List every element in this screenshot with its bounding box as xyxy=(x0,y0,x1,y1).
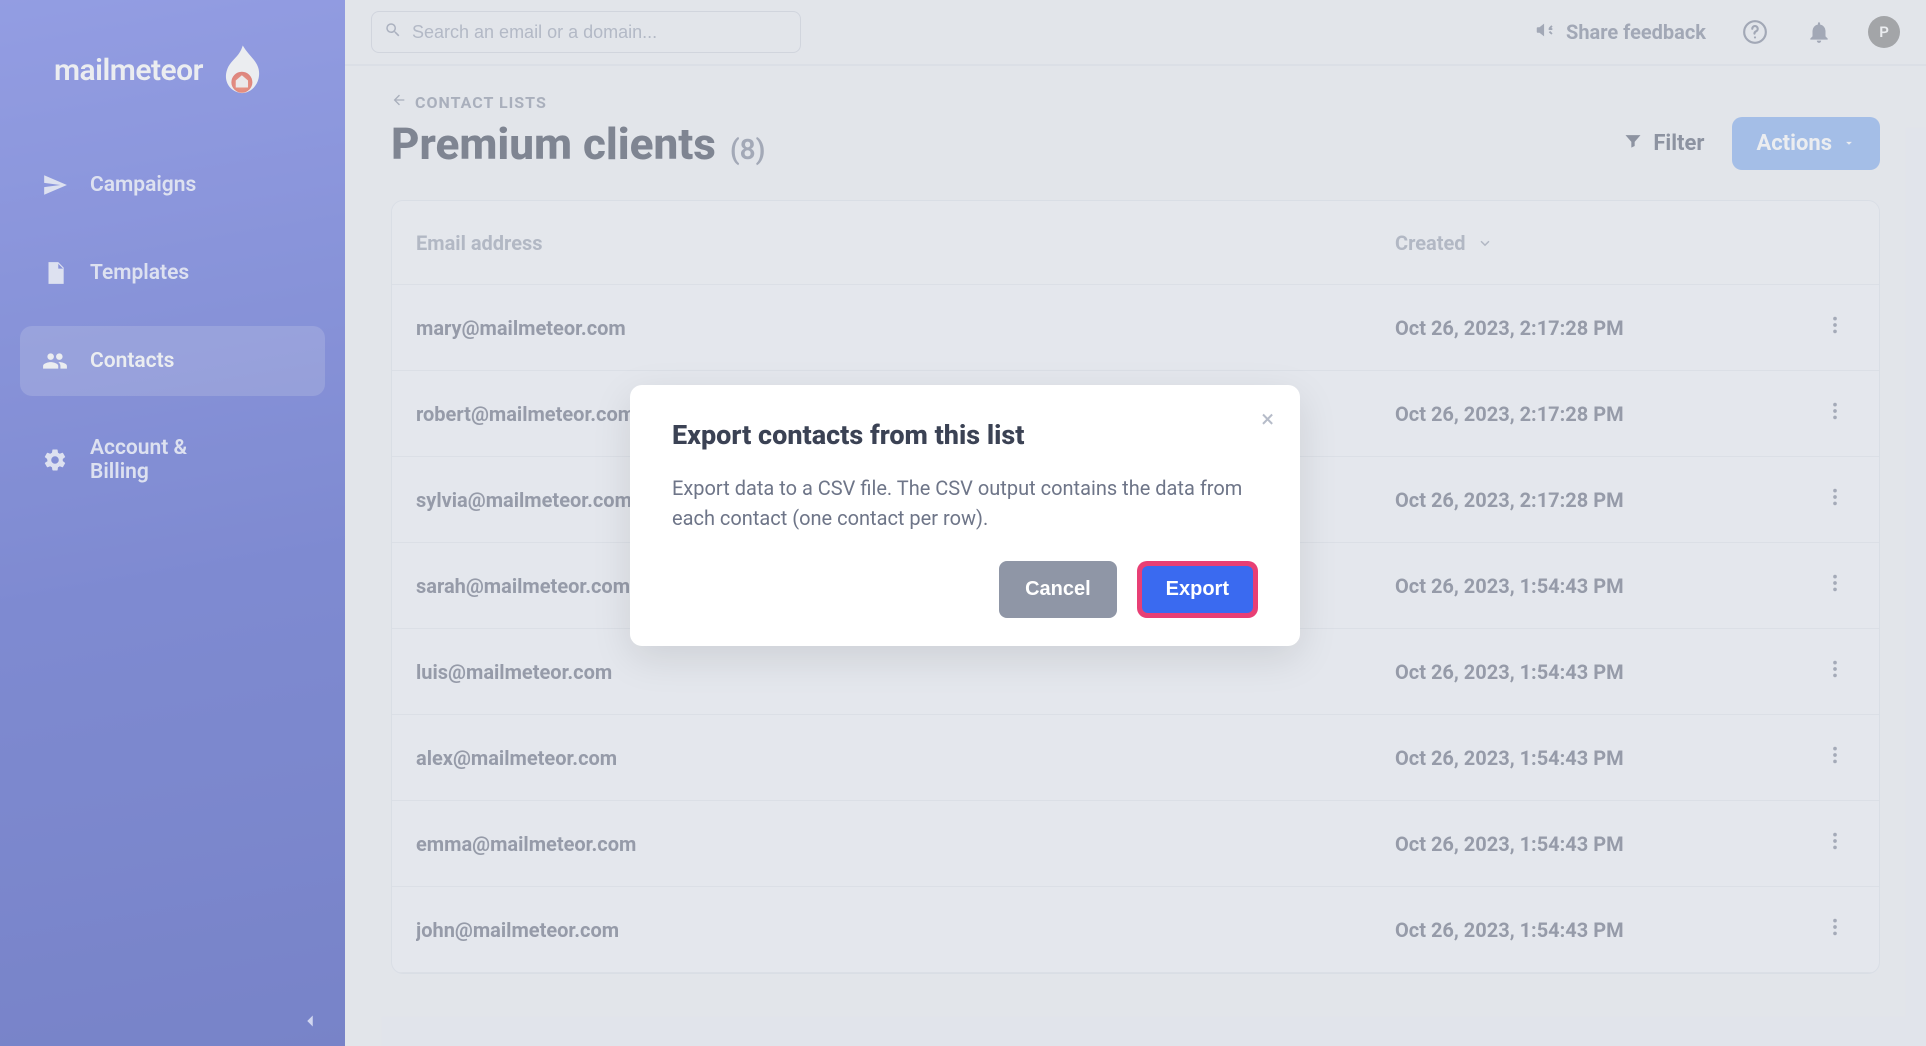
brand-logo[interactable]: mailmeteor xyxy=(0,28,345,150)
share-feedback-label: Share feedback xyxy=(1566,20,1706,44)
gear-icon xyxy=(42,447,68,473)
sidebar-item-templates[interactable]: Templates xyxy=(20,238,325,308)
contact-email: mary@mailmeteor.com xyxy=(416,316,1395,340)
modal-footer: Cancel Export xyxy=(672,561,1258,618)
contact-created: Oct 26, 2023, 1:54:43 PM xyxy=(1395,746,1815,770)
cancel-button[interactable]: Cancel xyxy=(999,561,1117,618)
export-button-highlight: Export xyxy=(1137,561,1258,618)
more-vertical-icon xyxy=(1824,658,1846,680)
contact-created: Oct 26, 2023, 1:54:43 PM xyxy=(1395,918,1815,942)
bell-icon[interactable] xyxy=(1804,17,1834,47)
sidebar-item-label: Campaigns xyxy=(90,173,196,197)
row-more-button[interactable] xyxy=(1824,658,1846,685)
breadcrumb-back[interactable]: CONTACT LISTS xyxy=(391,92,765,112)
page-title-count: (8) xyxy=(730,133,766,166)
table-row[interactable]: alex@mailmeteor.com Oct 26, 2023, 1:54:4… xyxy=(392,715,1879,801)
people-icon xyxy=(42,348,68,374)
more-vertical-icon xyxy=(1824,314,1846,336)
share-feedback-button[interactable]: Share feedback xyxy=(1534,19,1706,46)
sidebar: mailmeteor C xyxy=(0,0,345,1046)
contact-email: john@mailmeteor.com xyxy=(416,918,1395,942)
sidebar-nav: Campaigns Templates Contacts Account & B… xyxy=(0,150,345,524)
sidebar-item-label: Contacts xyxy=(90,349,174,373)
export-button[interactable]: Export xyxy=(1142,566,1253,613)
contact-email: luis@mailmeteor.com xyxy=(416,660,1395,684)
more-vertical-icon xyxy=(1824,486,1846,508)
filter-label: Filter xyxy=(1653,131,1704,156)
filter-icon xyxy=(1623,131,1643,157)
export-modal: × Export contacts from this list Export … xyxy=(630,385,1300,646)
contact-email: emma@mailmeteor.com xyxy=(416,832,1395,856)
page-header: CONTACT LISTS Premium clients (8) Filter… xyxy=(345,66,1926,188)
sidebar-item-label: Templates xyxy=(90,261,189,285)
help-icon[interactable] xyxy=(1740,17,1770,47)
page-title-text: Premium clients xyxy=(391,118,716,170)
close-icon: × xyxy=(1261,405,1274,433)
table-header-created[interactable]: Created xyxy=(1395,231,1815,255)
filter-button[interactable]: Filter xyxy=(1623,131,1704,157)
search-box[interactable] xyxy=(371,11,801,53)
contact-created: Oct 26, 2023, 1:54:43 PM xyxy=(1395,574,1815,598)
more-vertical-icon xyxy=(1824,572,1846,594)
table-row[interactable]: john@mailmeteor.com Oct 26, 2023, 1:54:4… xyxy=(392,887,1879,973)
table-header: Email address Created xyxy=(392,201,1879,285)
avatar[interactable]: P xyxy=(1868,16,1900,48)
search-icon xyxy=(384,21,402,43)
more-vertical-icon xyxy=(1824,744,1846,766)
sidebar-item-campaigns[interactable]: Campaigns xyxy=(20,150,325,220)
document-icon xyxy=(42,260,68,286)
topbar: Share feedback P xyxy=(345,0,1926,66)
breadcrumb-label: CONTACT LISTS xyxy=(415,93,547,112)
table-header-created-label: Created xyxy=(1395,231,1466,255)
contact-created: Oct 26, 2023, 2:17:28 PM xyxy=(1395,488,1815,512)
row-more-button[interactable] xyxy=(1824,314,1846,341)
table-header-email[interactable]: Email address xyxy=(416,231,1395,255)
row-more-button[interactable] xyxy=(1824,744,1846,771)
brand-name: mailmeteor xyxy=(54,53,203,88)
row-more-button[interactable] xyxy=(1824,916,1846,943)
caret-down-icon xyxy=(1842,131,1856,156)
modal-body: Export data to a CSV file. The CSV outpu… xyxy=(672,473,1258,533)
sidebar-collapse-button[interactable] xyxy=(299,1010,321,1036)
row-more-button[interactable] xyxy=(1824,572,1846,599)
row-more-button[interactable] xyxy=(1824,400,1846,427)
contact-created: Oct 26, 2023, 2:17:28 PM xyxy=(1395,316,1815,340)
row-more-button[interactable] xyxy=(1824,486,1846,513)
actions-button[interactable]: Actions xyxy=(1732,117,1880,170)
avatar-initial: P xyxy=(1879,23,1889,41)
page-title: Premium clients (8) xyxy=(391,118,765,170)
table-row[interactable]: emma@mailmeteor.com Oct 26, 2023, 1:54:4… xyxy=(392,801,1879,887)
more-vertical-icon xyxy=(1824,916,1846,938)
more-vertical-icon xyxy=(1824,400,1846,422)
arrow-down-icon xyxy=(1476,231,1494,255)
row-more-button[interactable] xyxy=(1824,830,1846,857)
contact-created: Oct 26, 2023, 2:17:28 PM xyxy=(1395,402,1815,426)
contact-email: alex@mailmeteor.com xyxy=(416,746,1395,770)
table-row[interactable]: mary@mailmeteor.com Oct 26, 2023, 2:17:2… xyxy=(392,285,1879,371)
search-input[interactable] xyxy=(412,22,788,43)
modal-close-button[interactable]: × xyxy=(1261,405,1274,433)
send-icon xyxy=(42,172,68,198)
modal-title: Export contacts from this list xyxy=(672,419,1258,451)
contact-created: Oct 26, 2023, 1:54:43 PM xyxy=(1395,660,1815,684)
contact-created: Oct 26, 2023, 1:54:43 PM xyxy=(1395,832,1815,856)
actions-label: Actions xyxy=(1756,131,1832,156)
more-vertical-icon xyxy=(1824,830,1846,852)
arrow-left-icon xyxy=(391,92,407,112)
sidebar-item-account-billing[interactable]: Account & Billing xyxy=(20,414,325,506)
megaphone-icon xyxy=(1534,19,1556,46)
flame-icon xyxy=(211,40,271,100)
sidebar-item-contacts[interactable]: Contacts xyxy=(20,326,325,396)
sidebar-item-label: Account & Billing xyxy=(90,436,220,484)
